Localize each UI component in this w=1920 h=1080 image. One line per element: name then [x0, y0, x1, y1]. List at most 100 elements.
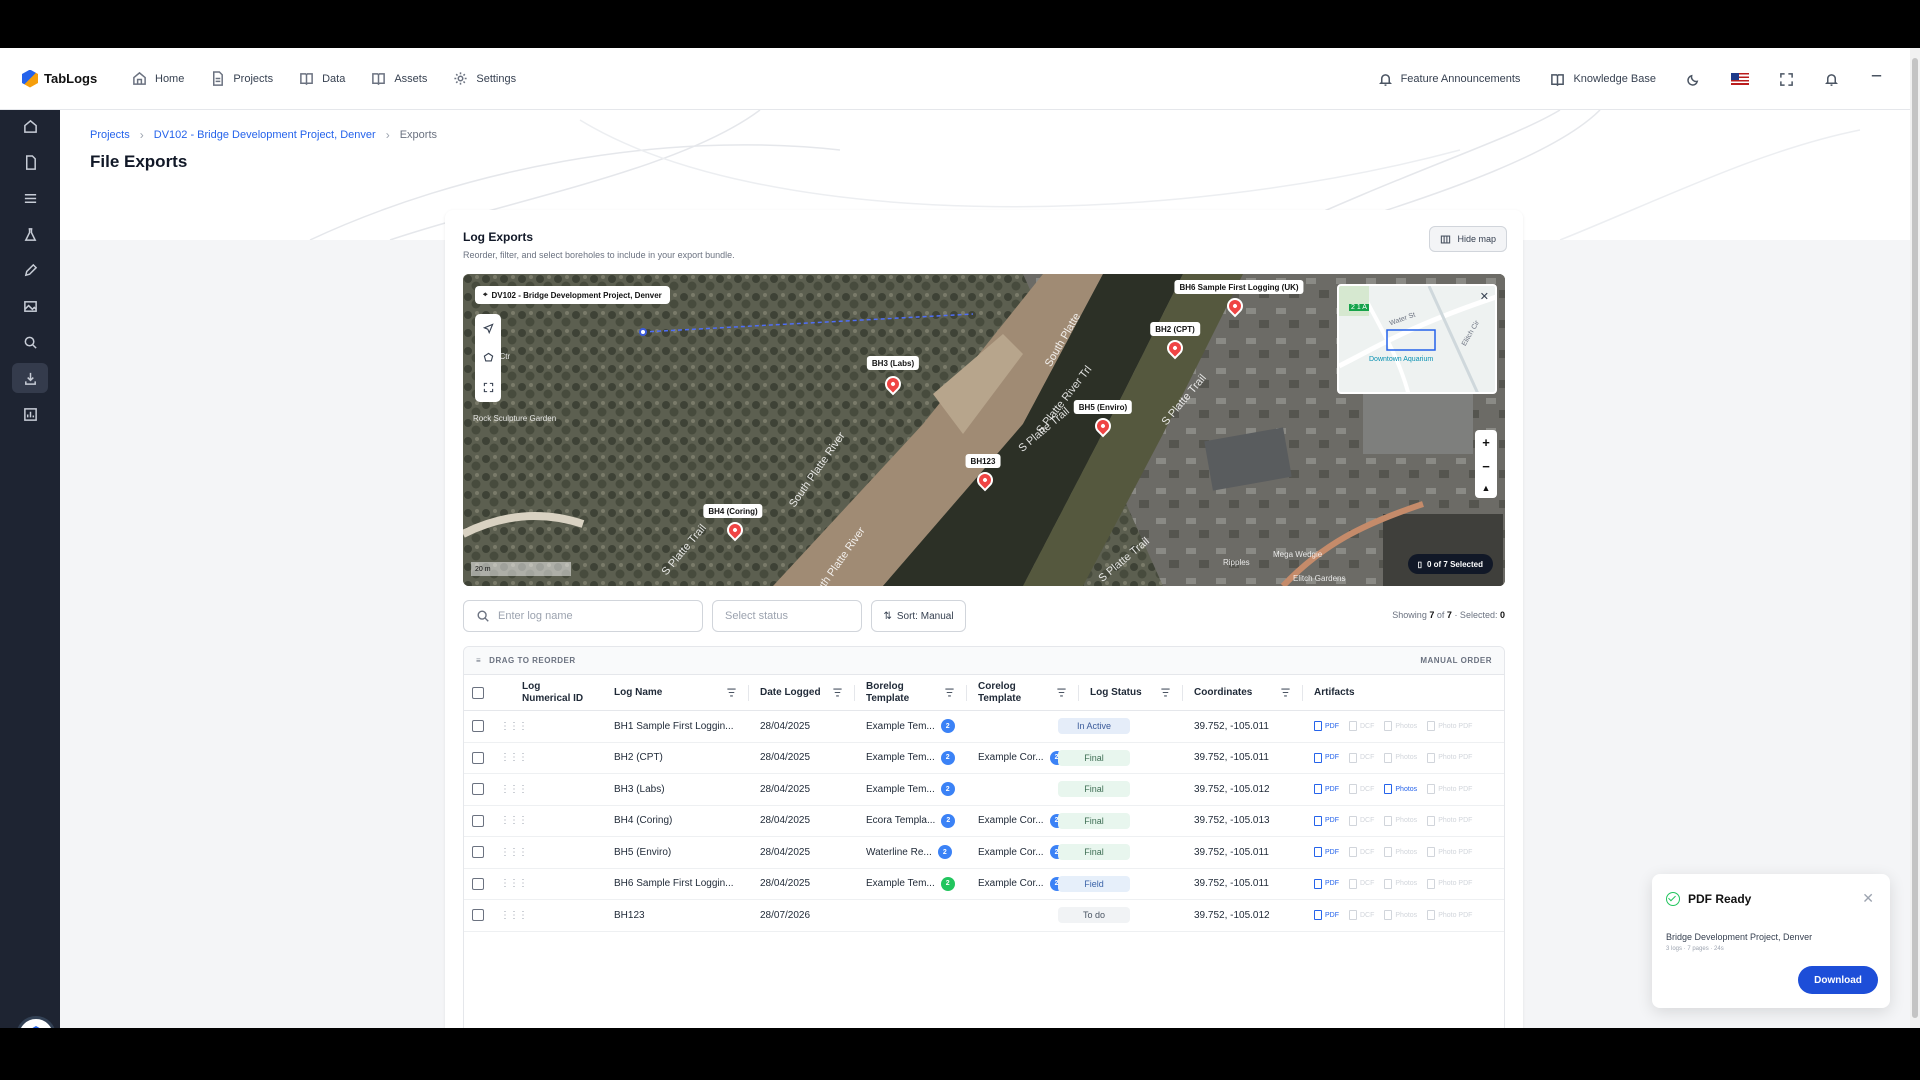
pdf-artifact[interactable]: PDF — [1314, 847, 1339, 858]
side-home[interactable] — [20, 116, 40, 136]
assistant-avatar[interactable] — [16, 1016, 56, 1028]
knowledge-base-button[interactable]: Knowledge Base — [1550, 72, 1656, 87]
pdf-artifact[interactable]: PDF — [1314, 878, 1339, 889]
drag-handle-icon[interactable]: ⋮⋮⋮ — [500, 900, 528, 931]
row-checkbox[interactable] — [472, 751, 484, 764]
side-lab[interactable] — [20, 224, 40, 244]
pdf-artifact[interactable]: PDF — [1314, 815, 1339, 826]
col-log-status[interactable]: Log Status — [1090, 675, 1142, 710]
side-images[interactable] — [20, 296, 40, 316]
scrollbar-thumb[interactable] — [1912, 58, 1918, 1018]
col-corelog[interactable]: Corelog Template — [978, 675, 1021, 710]
row-checkbox[interactable] — [472, 877, 484, 890]
close-icon[interactable]: ✕ — [1862, 890, 1874, 907]
log-name-input[interactable] — [498, 610, 678, 622]
bell-icon — [1825, 73, 1838, 86]
borehole-map[interactable]: S Platte River Trl South Platte River So… — [463, 274, 1505, 586]
selected-count-chip[interactable]: ▯ 0 of 7 Selected — [1407, 554, 1493, 574]
nav-settings[interactable]: Settings — [453, 71, 516, 86]
camera-icon — [1384, 878, 1393, 889]
filter-icon[interactable] — [832, 687, 843, 698]
pdf-artifact[interactable]: PDF — [1314, 721, 1339, 732]
drag-handle-icon[interactable]: ⋮⋮⋮ — [500, 869, 528, 900]
log-name-cell[interactable]: BH5 (Enviro) — [614, 837, 671, 868]
drag-handle-icon[interactable]: ⋮⋮⋮ — [500, 711, 528, 742]
page-scrollbar[interactable] — [1910, 48, 1920, 1028]
compass-icon[interactable]: ▲ — [1482, 483, 1491, 493]
log-name-cell[interactable]: BH4 (Coring) — [614, 806, 672, 837]
row-checkbox[interactable] — [472, 909, 484, 922]
row-checkbox[interactable] — [472, 846, 484, 859]
pdf-artifact[interactable]: PDF — [1314, 784, 1339, 795]
table-row[interactable]: ⋮⋮⋮ BH4 (Coring) 28/04/2025 Ecora Templa… — [464, 806, 1504, 837]
side-search[interactable] — [20, 332, 40, 352]
col-date-logged[interactable]: Date Logged — [760, 675, 821, 710]
pdf-artifact[interactable]: PDF — [1314, 752, 1339, 763]
dark-mode-toggle[interactable] — [1686, 72, 1701, 87]
pin-label-bh6: BH6 Sample First Logging (UK) — [1174, 280, 1304, 294]
log-name-cell[interactable]: BH3 (Labs) — [614, 774, 665, 805]
log-name-cell[interactable]: BH123 — [614, 900, 645, 931]
table-row[interactable]: ⋮⋮⋮ BH123 28/07/2026 To do 39.752, -105.… — [464, 900, 1504, 932]
photos-artifact[interactable]: Photos — [1384, 784, 1417, 795]
language-selector[interactable] — [1731, 73, 1749, 85]
download-button[interactable]: Download — [1798, 966, 1878, 994]
table-row[interactable]: ⋮⋮⋮ BH1 Sample First Loggin... 28/04/202… — [464, 711, 1504, 743]
fit-bounds-icon[interactable] — [483, 382, 494, 393]
table-row[interactable]: ⋮⋮⋮ BH5 (Enviro) 28/04/2025 Waterline Re… — [464, 837, 1504, 869]
photos-label: Photos — [1395, 817, 1418, 825]
notifications-button[interactable] — [1824, 72, 1839, 87]
drag-handle-icon[interactable]: ⋮⋮⋮ — [500, 743, 528, 774]
col-log-name[interactable]: Log Name — [614, 675, 662, 710]
row-checkbox[interactable] — [472, 783, 484, 796]
filter-icon[interactable] — [726, 687, 737, 698]
side-reports[interactable] — [20, 404, 40, 424]
filter-icon[interactable] — [1160, 687, 1171, 698]
zoom-in-icon[interactable]: + — [1482, 435, 1490, 450]
side-exports[interactable] — [12, 363, 48, 393]
log-search[interactable] — [463, 600, 703, 632]
drag-handle-icon[interactable]: ⋮⋮⋮ — [500, 806, 528, 837]
app-logo[interactable]: TabLogs — [22, 69, 114, 88]
zoom-out-icon[interactable]: − — [1482, 459, 1490, 474]
nav-data[interactable]: Data — [299, 71, 345, 86]
pdf-artifact[interactable]: PDF — [1314, 910, 1339, 921]
log-name-cell[interactable]: BH2 (CPT) — [614, 743, 663, 774]
overview-minimap[interactable]: 2 1 A Water St Downtown Aquarium Elitch … — [1337, 284, 1497, 394]
side-edit[interactable] — [20, 260, 40, 280]
navigate-icon[interactable] — [482, 323, 494, 335]
col-borelog[interactable]: Borelog Template — [866, 675, 909, 710]
col-numerical-id[interactable]: Log Numerical ID — [522, 675, 592, 710]
filter-icon[interactable] — [1056, 687, 1067, 698]
more-menu-button[interactable] — [1869, 72, 1884, 87]
feature-announcements-button[interactable]: Feature Announcements — [1378, 72, 1520, 87]
row-checkbox[interactable] — [472, 814, 484, 827]
table-row[interactable]: ⋮⋮⋮ BH3 (Labs) 28/04/2025 Example Tem...… — [464, 774, 1504, 806]
side-list[interactable] — [20, 188, 40, 208]
log-name-cell[interactable]: BH6 Sample First Loggin... — [614, 869, 734, 900]
close-minimap-icon[interactable]: ✕ — [1480, 290, 1489, 303]
breadcrumb-project[interactable]: DV102 - Bridge Development Project, Denv… — [154, 129, 376, 141]
hide-map-button[interactable]: Hide map — [1429, 226, 1507, 252]
polygon-icon[interactable] — [483, 352, 494, 363]
select-all-checkbox[interactable] — [472, 686, 484, 699]
side-projects[interactable] — [20, 152, 40, 172]
table-row[interactable]: ⋮⋮⋮ BH6 Sample First Loggin... 28/04/202… — [464, 869, 1504, 900]
row-checkbox[interactable] — [472, 720, 484, 733]
nav-assets[interactable]: Assets — [371, 71, 427, 86]
breadcrumb-projects[interactable]: Projects — [90, 129, 130, 141]
nav-home[interactable]: Home — [132, 71, 184, 86]
log-name-cell[interactable]: BH1 Sample First Loggin... — [614, 711, 734, 742]
sort-button[interactable]: ⇅ Sort: Manual — [871, 600, 966, 632]
col-coordinates[interactable]: Coordinates — [1194, 675, 1252, 710]
nav-projects[interactable]: Projects — [210, 71, 273, 86]
table-row[interactable]: ⋮⋮⋮ BH2 (CPT) 28/04/2025 Example Tem... 2… — [464, 743, 1504, 774]
filter-icon[interactable] — [944, 687, 955, 698]
col-artifacts[interactable]: Artifacts — [1314, 675, 1355, 710]
filter-icon[interactable] — [1280, 687, 1291, 698]
fullscreen-button[interactable] — [1779, 72, 1794, 87]
drag-handle-icon[interactable]: ⋮⋮⋮ — [500, 837, 528, 868]
drag-handle-icon[interactable]: ⋮⋮⋮ — [500, 774, 528, 805]
coordinates-cell: 39.752, -105.011 — [1194, 752, 1269, 764]
status-select[interactable]: Select status — [712, 600, 862, 632]
